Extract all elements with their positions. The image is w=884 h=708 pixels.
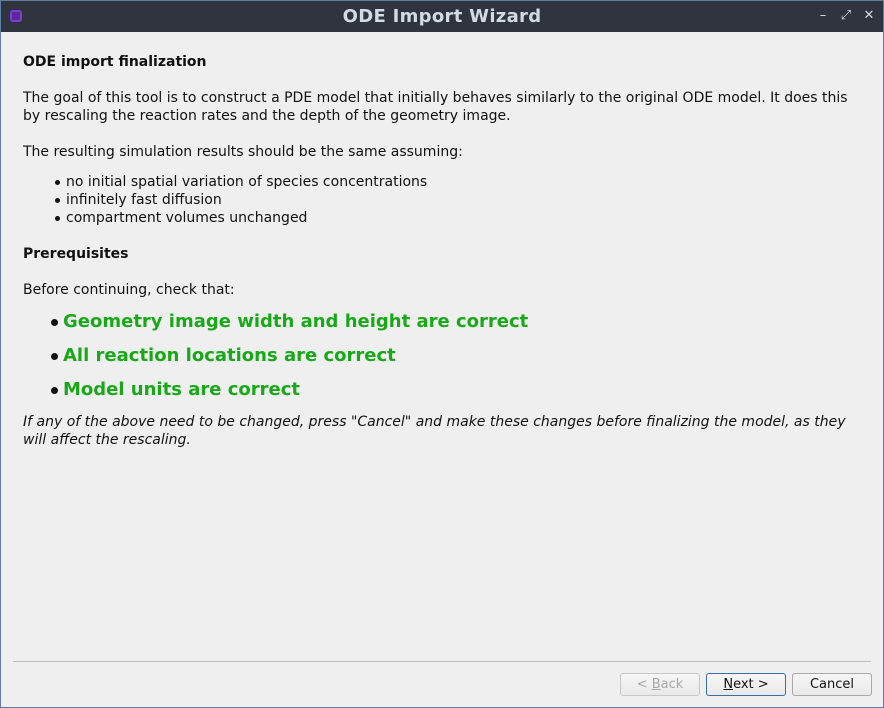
check-list: Geometry image width and height are corr…	[51, 311, 528, 413]
back-button[interactable]: < Back	[620, 673, 700, 696]
assumption-item: compartment volumes unchanged	[53, 209, 427, 227]
check-item: Model units are correct	[51, 379, 528, 413]
prerequisites-heading: Prerequisites	[23, 246, 129, 262]
check-item: Geometry image width and height are corr…	[51, 311, 528, 345]
minimize-button[interactable]: –	[815, 8, 831, 24]
window-title: ODE Import Wizard	[342, 6, 542, 27]
cancel-button[interactable]: Cancel	[792, 673, 872, 696]
back-prefix: <	[636, 677, 652, 692]
assumption-item: no initial spatial variation of species …	[53, 173, 427, 191]
title-bar[interactable]: ODE Import Wizard – ⤢ ✕	[1, 1, 883, 32]
assumption-lead-text: The resulting simulation results should …	[23, 144, 463, 160]
close-button[interactable]: ✕	[861, 8, 877, 24]
assumption-list: no initial spatial variation of species …	[53, 173, 427, 227]
next-mnemonic: N	[723, 677, 734, 692]
next-button[interactable]: Next >	[706, 673, 786, 696]
prereq-lead-text: Before continuing, check that:	[23, 282, 235, 298]
back-rest: ack	[660, 677, 684, 692]
wizard-window: ODE Import Wizard – ⤢ ✕ ODE import final…	[0, 0, 884, 708]
button-separator	[13, 661, 871, 662]
check-item: All reaction locations are correct	[51, 345, 528, 379]
cancel-note: If any of the above need to be changed, …	[23, 414, 846, 448]
back-mnemonic: B	[651, 677, 661, 692]
intro-text: The goal of this tool is to construct a …	[23, 90, 848, 124]
maximize-button[interactable]: ⤢	[838, 8, 854, 24]
page-heading: ODE import finalization	[23, 54, 207, 70]
next-rest: ext >	[733, 677, 769, 692]
assumption-item: infinitely fast diffusion	[53, 191, 427, 209]
